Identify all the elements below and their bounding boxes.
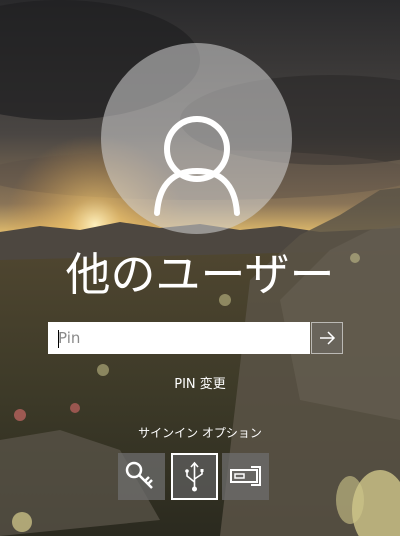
arrow-right-icon [320,331,336,345]
signin-options-label: サインイン オプション [138,426,262,440]
smart-card-icon [230,466,261,486]
key-signin-option[interactable] [118,453,165,500]
pin-field[interactable] [48,322,310,354]
person-icon [154,116,240,216]
usb-signin-option[interactable] [171,453,218,500]
user-avatar [101,43,292,234]
usb-icon [185,461,204,492]
pin-input[interactable] [50,324,308,352]
smart-card-signin-option[interactable] [222,453,269,500]
text-caret [58,330,59,348]
key-icon [125,461,153,489]
change-pin-link[interactable]: PIN 変更 [0,373,400,392]
submit-button[interactable] [311,322,343,354]
user-name: 他のユーザー [65,248,335,301]
